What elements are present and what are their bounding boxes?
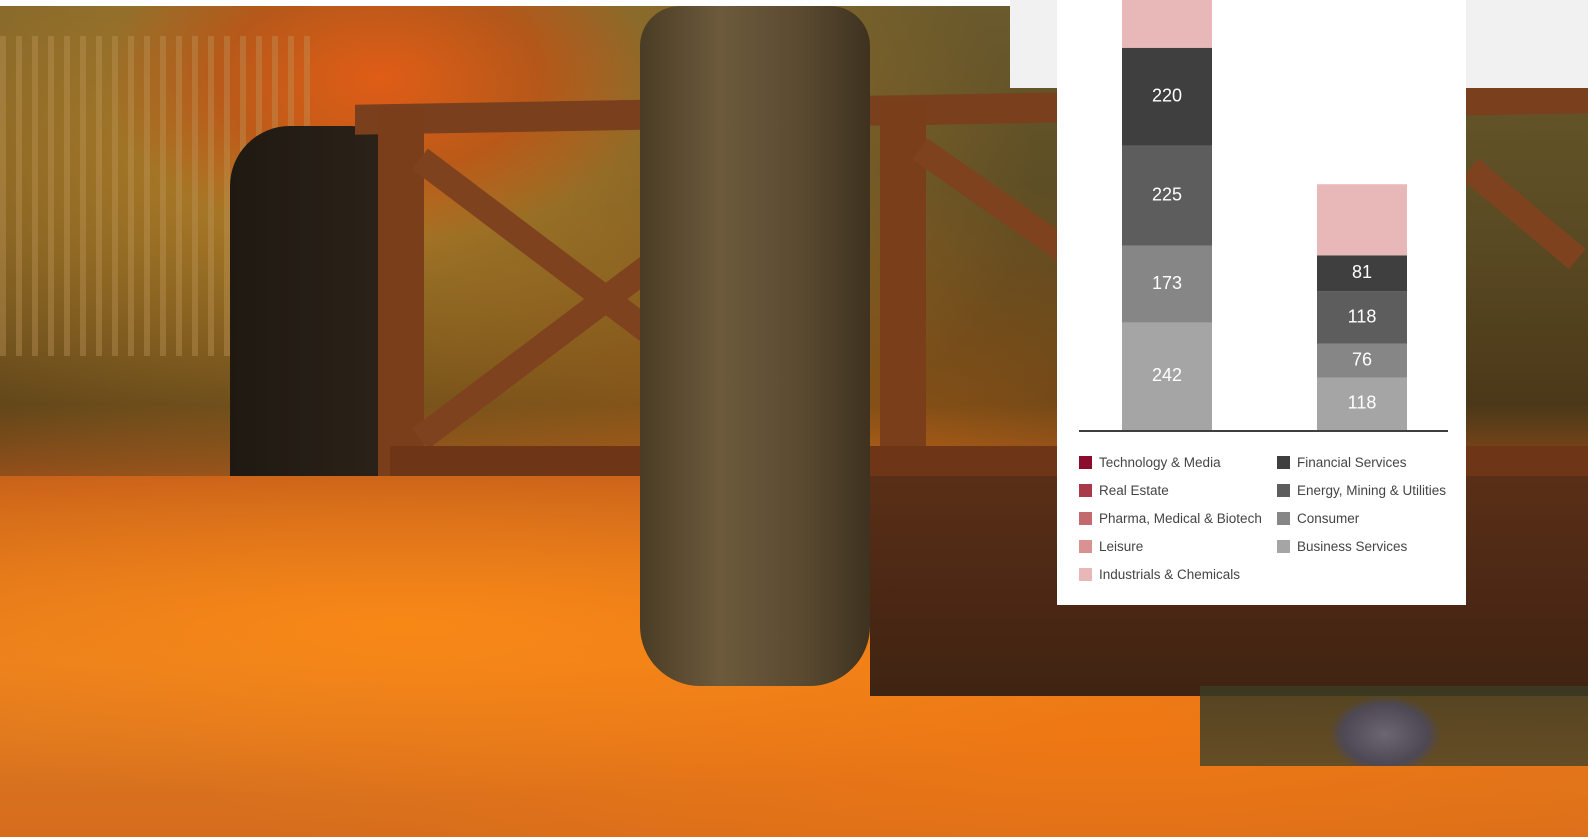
bar-data-label: 81 [1352, 262, 1372, 282]
bar-data-label: 76 [1352, 349, 1372, 369]
legend-label: Business Services [1297, 539, 1408, 554]
pigeon [1330, 696, 1440, 766]
legend-swatch [1079, 540, 1092, 553]
legend-swatch [1079, 512, 1092, 525]
legend-label: Energy, Mining & Utilities [1297, 483, 1447, 498]
bar-data-label: 225 [1152, 184, 1182, 204]
legend-label: Industrials & Chemicals [1099, 567, 1241, 582]
bar-data-label: 160 [1347, 5, 1377, 25]
bar-data-label: 118 [1348, 306, 1377, 326]
bridge-brace [1461, 159, 1586, 269]
legend-label: Pharma, Medical & Biotech [1099, 511, 1262, 526]
legend-swatch [1277, 484, 1290, 497]
legend-item: Financial Services [1277, 452, 1457, 473]
bar-data-label: 118 [1348, 393, 1377, 413]
legend-swatch [1079, 568, 1092, 581]
legend-label: Leisure [1099, 539, 1144, 554]
bar-segment [1317, 184, 1407, 256]
legend-item: Energy, Mining & Utilities [1277, 480, 1457, 501]
legend-label: Technology & Media [1099, 455, 1221, 470]
bar-data-label: 242 [1152, 365, 1182, 385]
legend-label: Financial Services [1297, 455, 1407, 470]
legend-item: Technology & Media [1079, 452, 1277, 473]
legend-label: Consumer [1297, 511, 1360, 526]
legend-label: Real Estate [1099, 483, 1169, 498]
legend-item: Pharma, Medical & Biotech [1079, 508, 1277, 529]
bar-data-label: 220 [1152, 85, 1182, 105]
tree-trunk [640, 6, 870, 686]
legend-swatch [1277, 540, 1290, 553]
bar-segment [1122, 0, 1212, 48]
legend-item: Leisure [1079, 536, 1277, 557]
legend-item: Consumer [1277, 508, 1457, 529]
legend-swatch [1277, 512, 1290, 525]
bar-data-label: 173 [1152, 273, 1182, 293]
chart-legend: Technology & Media Financial Services Real… [1079, 452, 1459, 585]
legend-item: Business Services [1277, 536, 1457, 557]
legend-item: Real Estate [1079, 480, 1277, 501]
legend-swatch [1079, 456, 1092, 469]
stacked-bar-chart: 242 173 225 220 118 76 118 81 160 [1079, 0, 1448, 432]
legend-item: Industrials & Chemicals [1079, 564, 1277, 585]
top-edge-strip [0, 0, 1010, 6]
chart-card: 242 173 225 220 118 76 118 81 160 Technology & M… [1057, 0, 1466, 605]
legend-swatch [1079, 484, 1092, 497]
legend-swatch [1277, 456, 1290, 469]
